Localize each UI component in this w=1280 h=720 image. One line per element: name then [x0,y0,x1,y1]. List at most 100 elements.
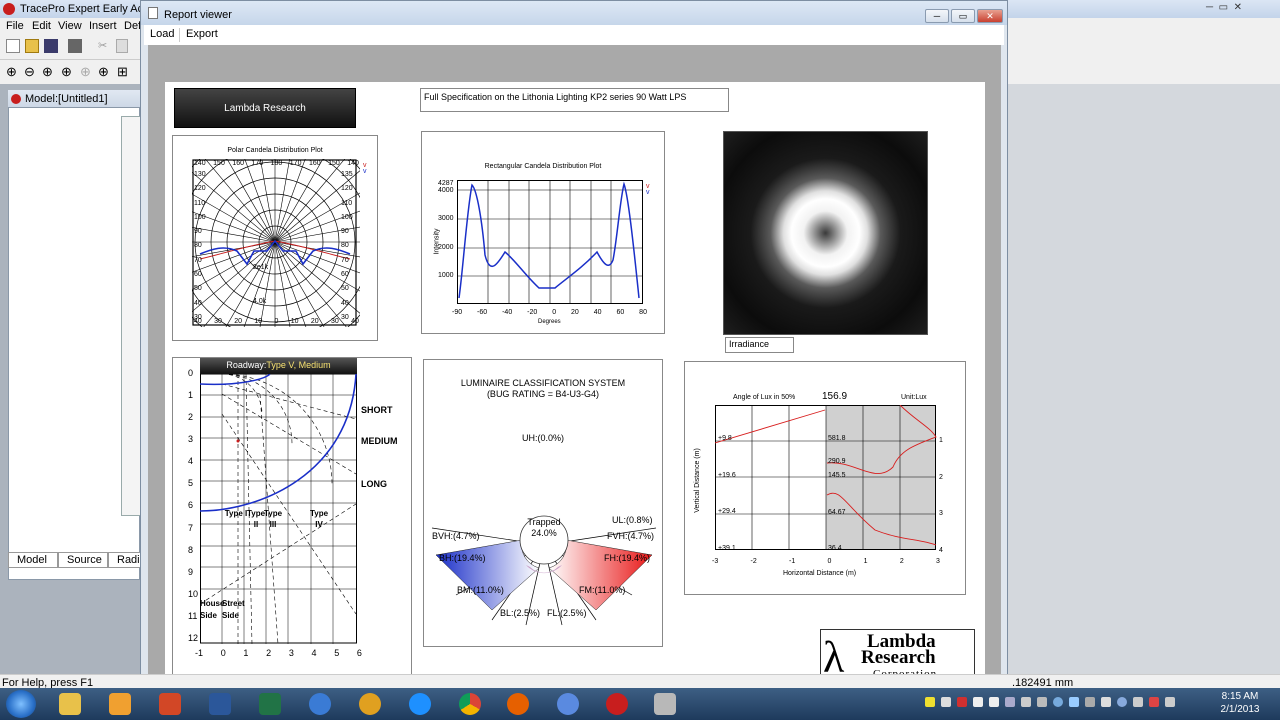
flower-taskbar-icon[interactable] [350,690,390,718]
spec-title-box: Full Specification on the Lithonia Light… [420,88,729,112]
maximize-button[interactable]: ▭ [951,9,975,23]
lux-inner-value: 64.67 [828,509,846,516]
lux-left-value: +39.1 [718,545,736,552]
roadway-xticks: -1 0 1 2 3 4 5 6 [195,648,362,658]
explorer-taskbar-icon[interactable] [50,690,90,718]
lux-right-tick: 2 [939,474,943,481]
tab-source[interactable]: Source [58,552,108,568]
rect-xtick: 0 [552,309,557,316]
lux-inner-value: 36.4 [828,545,842,552]
zoom-window-icon[interactable]: ⊕ [42,64,53,80]
rect-ytick: 3000 [438,215,454,222]
polar-top-label: 160 [308,160,321,167]
open-icon[interactable] [25,39,39,53]
irradiance-image [723,131,928,335]
excel-taskbar-icon[interactable] [250,690,290,718]
app-menubar: File Edit View Insert Def [0,18,145,34]
roadway-xtick: 1 [243,648,249,658]
copy-icon[interactable] [116,39,128,53]
model-tabs: Model Source Radian [8,552,145,568]
snowflake-taskbar-icon[interactable] [548,690,588,718]
powerpoint-taskbar-icon[interactable] [150,690,190,718]
menu-define[interactable]: Def [124,20,141,32]
zoom-selection-icon[interactable]: ⊕ [98,64,109,80]
polar-bottom-label: 40 [351,318,359,325]
zoom-previous-icon[interactable]: ⊕ [80,64,91,80]
lux-right-tick: 3 [939,510,943,517]
bug-bvh: BVH:(4.7%) [432,531,480,541]
roadway-ytick: 4 [188,456,194,467]
model-window-title: Model:[Untitled1] [25,93,108,105]
new-icon[interactable] [6,39,20,53]
roadway-panel: Roadway:Type V, Medium 0 1 2 3 4 5 6 7 8… [172,357,412,690]
chrome-taskbar-icon[interactable] [450,690,490,718]
tools-taskbar-icon[interactable] [645,690,685,718]
start-orb-icon[interactable] [6,690,36,718]
print-icon[interactable] [68,39,82,53]
polar-bottom-label: 40 [194,318,202,325]
menu-edit[interactable]: Edit [32,20,51,32]
lux-left-value: +9.8 [718,435,732,442]
roadway-title-prefix: Roadway: [226,360,267,370]
zoom-toolbar: ⊕ ⊖ ⊕ ⊕ ⊕ ⊕ ⊞ [0,60,145,84]
report-viewer-title-bar: Report viewer ─ ▭ ✕ [141,1,1007,25]
outlook-taskbar-icon[interactable] [100,690,140,718]
polar-left-label: 110 [194,199,206,207]
internet-explorer-taskbar-icon[interactable] [400,690,440,718]
minimize-button[interactable]: ─ [925,9,949,23]
polar-ring-label: 2e1k [253,264,269,271]
close-button[interactable]: ✕ [977,9,1003,23]
bug-bh: BH:(19.4%) [439,553,486,563]
save-icon[interactable] [44,39,58,53]
word-taskbar-icon[interactable] [200,690,240,718]
bug-ul: UL:(0.8%) [612,515,653,525]
polar-left-label: 120 [194,185,206,193]
polar-top-label: 150 [328,160,340,167]
lux-right-tick: 4 [939,547,943,554]
menu-insert[interactable]: Insert [89,20,117,32]
lux-inner-value: 581.8 [828,435,846,442]
roadway-ytick: 12 [188,632,199,643]
roadway-title-type: Type V, Medium [266,360,331,370]
polar-plot-panel: Polar Candela Distribution Plot 140 150 … [172,135,378,341]
rect-ytick: 2000 [438,244,454,251]
lux-left-value: +19.6 [718,472,736,479]
menu-view[interactable]: View [58,20,82,32]
zoom-all-icon[interactable]: ⊕ [61,64,72,80]
tab-model[interactable]: Model [8,552,58,568]
zoom-in-icon[interactable]: ⊕ [6,64,17,80]
bug-uh: UH:(0.0%) [522,433,565,443]
bug-trapped-label: Trapped [527,517,561,527]
firefox-taskbar-icon[interactable] [498,690,538,718]
menu-file[interactable]: File [6,20,24,32]
globe-taskbar-icon[interactable] [300,690,340,718]
taskbar: 8:15 AM 2/1/2013 [0,688,1280,720]
system-tray-icons[interactable] [925,697,1205,711]
lux-svg [715,405,937,550]
tracepro-logo-icon [3,3,15,15]
clock-time[interactable]: 8:15 AM [1210,691,1270,702]
menu-load[interactable]: Load [150,28,174,40]
rect-ytick: 1000 [438,272,454,279]
tracepro-taskbar-icon[interactable] [597,690,637,718]
zoom-extents-icon[interactable]: ⊞ [117,64,128,80]
lux-angle-label: Angle of Lux in 50% [733,394,796,401]
clock-date[interactable]: 2/1/2013 [1210,704,1270,715]
roadway-ytick: 11 [188,610,198,621]
polar-left-label: 40 [194,299,202,307]
menu-export[interactable]: Export [186,28,218,40]
bug-bl: BL:(2.5%) [500,608,541,618]
spec-title: Full Specification on the Lithonia Light… [424,92,687,102]
cut-icon[interactable]: ✂ [98,39,110,53]
rect-xtick: -40 [502,309,513,316]
lux-xtick: 0 [827,558,832,565]
lux-unit: Unit:Lux [901,394,927,401]
roadway-xtick: 5 [334,648,340,658]
polar-left-label: 60 [194,271,202,279]
roadway-xtick: 6 [356,648,362,658]
polar-legend-blue: v [363,168,367,175]
zoom-out-icon[interactable]: ⊖ [24,64,35,80]
app-window-controls[interactable]: ─ ▭ ✕ [1206,2,1242,13]
report-viewer-menubar: Load Export [144,25,1004,45]
house-side-label: House Side [200,599,225,620]
